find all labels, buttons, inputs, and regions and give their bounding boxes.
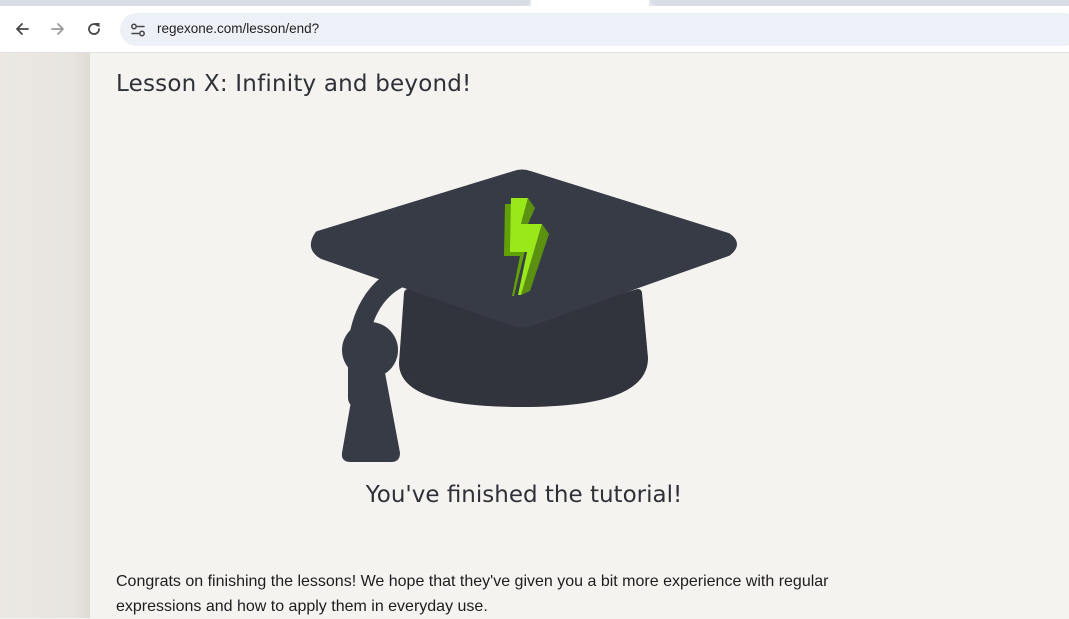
left-gutter (0, 53, 90, 618)
arrow-left-icon (16, 23, 29, 35)
reload-button[interactable] (82, 17, 106, 41)
arrow-right-icon (51, 23, 64, 35)
browser-toolbar: regexone.com/lesson/end? (0, 6, 1069, 53)
back-button[interactable] (10, 17, 34, 41)
tune-icon[interactable] (130, 22, 146, 38)
congrats-paragraph: Congrats on finishing the lessons! We ho… (116, 573, 829, 615)
forward-button[interactable] (46, 17, 70, 41)
address-bar[interactable]: regexone.com/lesson/end? (120, 13, 1069, 46)
finished-heading: You've finished the tutorial! (365, 482, 683, 508)
lesson-content: Lesson X: Infinity and beyond! You've fi… (90, 53, 1069, 618)
graduation-cap-lightning-icon (310, 169, 737, 462)
reload-icon (88, 23, 100, 35)
page-title: Lesson X: Infinity and beyond! (116, 71, 472, 97)
url-text[interactable]: regexone.com/lesson/end? (157, 21, 319, 36)
